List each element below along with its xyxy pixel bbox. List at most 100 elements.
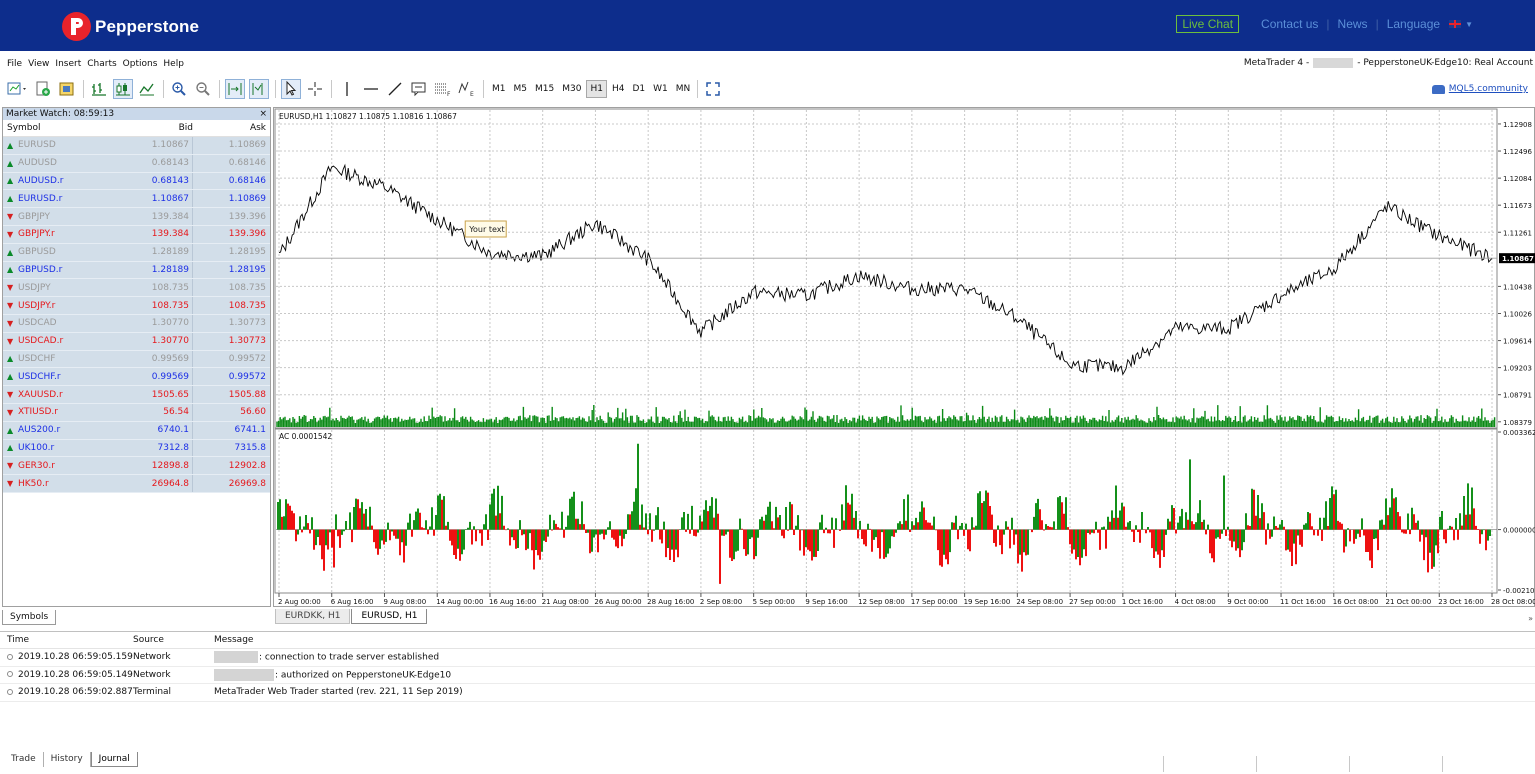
journal-header: Time Source Message	[0, 632, 1535, 649]
contact-us-link[interactable]: Contact us	[1261, 17, 1318, 31]
log-entry-icon	[7, 688, 13, 695]
market-watch-header: Symbol Bid Ask	[3, 120, 270, 137]
ask-price: 1.10869	[228, 193, 266, 204]
timeframe-mn[interactable]: MN	[673, 80, 694, 98]
new-order-icon[interactable]	[33, 79, 53, 99]
zoom-out-icon[interactable]	[193, 79, 213, 99]
market-watch-row[interactable]: ▼ GER30.r 12898.8 12902.8	[3, 457, 270, 476]
log-entry-icon	[7, 671, 13, 678]
market-watch-row[interactable]: ▲ UK100.r 7312.8 7315.8	[3, 439, 270, 458]
column-symbol[interactable]: Symbol	[3, 123, 137, 133]
timeframe-m30[interactable]: M30	[559, 80, 584, 98]
x-tick-label: 16 Oct 08:00	[1333, 598, 1379, 606]
pepperstone-logo[interactable]: Pepperstone	[62, 12, 199, 41]
fibonacci-icon[interactable]: F	[433, 79, 453, 99]
column-source[interactable]: Source	[133, 635, 214, 645]
price-chart[interactable]: 2 Aug 00:00 6 Aug 16:00 9 Aug 08:00 14 Aug …	[274, 108, 1535, 608]
live-chat-button[interactable]: Live Chat	[1176, 15, 1240, 33]
timeframe-m1[interactable]: M1	[489, 80, 509, 98]
symbol-name: USDCAD.r	[18, 336, 64, 347]
crosshair-icon[interactable]	[305, 79, 325, 99]
menu-file[interactable]: File	[7, 59, 22, 69]
market-watch-row[interactable]: ▲ AUDUSD.r 0.68143 0.68146	[3, 172, 270, 191]
tab-symbols[interactable]: Symbols	[2, 610, 57, 625]
column-bid[interactable]: Bid	[137, 123, 193, 133]
menu-help[interactable]: Help	[163, 59, 184, 69]
line-chart-icon[interactable]	[137, 79, 157, 99]
market-watch-row[interactable]: ▲ GBPUSD 1.28189 1.28195	[3, 243, 270, 262]
tab-history[interactable]: History	[44, 752, 91, 767]
price-tick-label: 1.11673	[1503, 202, 1532, 210]
terminal-panel: Time Source Message 2019.10.28 06:59:05.…	[0, 631, 1535, 752]
timeframe-h1[interactable]: H1	[586, 80, 607, 98]
market-watch-row[interactable]: ▼ GBPJPY 139.384 139.396	[3, 208, 270, 226]
news-link[interactable]: News	[1338, 17, 1368, 31]
templates-icon[interactable]	[57, 79, 77, 99]
market-watch-row[interactable]: ▲ EURUSD 1.10867 1.10869	[3, 137, 270, 155]
market-watch-row[interactable]: ▲ GBPUSD.r 1.28189 1.28195	[3, 261, 270, 280]
market-watch-row[interactable]: ▼ XTIUSD.r 56.54 56.60	[3, 403, 270, 422]
price-series-line	[278, 163, 1493, 376]
zoom-in-icon[interactable]	[169, 79, 189, 99]
x-tick-label: 28 Oct 08:00	[1491, 598, 1535, 606]
new-chart-icon[interactable]	[7, 79, 29, 99]
timeframe-h4[interactable]: H4	[609, 80, 628, 98]
toolbar: F E M1 M5 M15 M30 H1 H4 D1 W1 MN MQL5.co…	[0, 76, 1535, 102]
language-selector[interactable]: Language	[1387, 17, 1440, 31]
menu-view[interactable]: View	[28, 59, 49, 69]
auto-scroll-icon[interactable]	[225, 79, 245, 99]
symbol-cell: ▲ AUS200.r	[3, 425, 137, 435]
market-watch-row[interactable]: ▲ USDCHF.r 0.99569 0.99572	[3, 368, 270, 387]
market-watch-row[interactable]: ▼ USDCAD 1.30770 1.30773	[3, 314, 270, 333]
journal-row[interactable]: 2019.10.28 06:59:02.887 Terminal MetaTrade…	[0, 684, 1535, 702]
tab-chart-eurdkk[interactable]: EURDKK, H1	[275, 609, 351, 624]
trendline-icon[interactable]	[385, 79, 405, 99]
market-watch-row[interactable]: ▼ USDJPY.r 108.735 108.735	[3, 297, 270, 315]
mql5-community-link[interactable]: MQL5.community	[1431, 84, 1528, 94]
market-watch-row[interactable]: ▼ HK50.r 26964.8 26969.8	[3, 475, 270, 493]
tab-journal[interactable]: Journal	[90, 752, 138, 767]
horizontal-line-icon[interactable]	[361, 79, 381, 99]
cursor-icon[interactable]	[281, 79, 301, 99]
redacted-account-number	[1313, 58, 1354, 68]
fullscreen-icon[interactable]	[703, 79, 723, 99]
market-watch-row[interactable]: ▲ AUDUSD 0.68143 0.68146	[3, 154, 270, 173]
menu-charts[interactable]: Charts	[87, 59, 116, 69]
timeframe-d1[interactable]: D1	[629, 80, 648, 98]
journal-row[interactable]: 2019.10.28 06:59:05.149 Network: authoriz…	[0, 667, 1535, 684]
x-tick-label: 6 Aug 16:00	[331, 598, 374, 606]
column-time[interactable]: Time	[0, 635, 133, 645]
candlestick-chart-icon[interactable]	[113, 79, 133, 99]
text-label-icon[interactable]	[409, 79, 429, 99]
column-message[interactable]: Message	[214, 635, 1535, 645]
market-watch-row[interactable]: ▲ USDCHF 0.99569 0.99572	[3, 350, 270, 369]
tab-chart-eurusd[interactable]: EURUSD, H1	[351, 609, 428, 624]
market-watch-row[interactable]: ▼ USDCAD.r 1.30770 1.30773	[3, 332, 270, 351]
bid-price: 1.30770	[137, 314, 193, 332]
journal-row[interactable]: 2019.10.28 06:59:05.159 Network: connecti…	[0, 649, 1535, 667]
elliott-wave-icon[interactable]: E	[457, 79, 477, 99]
chart-shift-icon[interactable]	[249, 79, 269, 99]
market-watch-row[interactable]: ▼ XAUUSD.r 1505.65 1505.88	[3, 386, 270, 404]
tab-trade[interactable]: Trade	[4, 752, 44, 767]
bar-chart-icon[interactable]	[89, 79, 109, 99]
menu-insert[interactable]: Insert	[55, 59, 81, 69]
market-watch-row[interactable]: ▲ AUS200.r 6740.1 6741.1	[3, 421, 270, 440]
market-watch-row[interactable]: ▼ USDJPY 108.735 108.735	[3, 279, 270, 298]
chart-tabs-scroll-icon[interactable]: »	[1528, 614, 1533, 623]
market-watch-row[interactable]: ▲ EURUSD.r 1.10867 1.10869	[3, 190, 270, 209]
brand-name: Pepperstone	[95, 16, 200, 36]
uk-flag-icon[interactable]	[1449, 20, 1462, 28]
vertical-line-icon[interactable]	[337, 79, 357, 99]
timeframe-m5[interactable]: M5	[511, 80, 531, 98]
timeframe-m15[interactable]: M15	[532, 80, 557, 98]
symbol-name: USDJPY.r	[18, 300, 56, 311]
current-price-label: 1.10867	[1502, 255, 1534, 263]
chevron-down-icon[interactable]: ▼	[1465, 20, 1473, 29]
menu-options[interactable]: Options	[123, 59, 158, 69]
column-ask[interactable]: Ask	[193, 123, 269, 133]
market-watch-row[interactable]: ▼ GBPJPY.r 139.384 139.396	[3, 225, 270, 244]
timeframe-w1[interactable]: W1	[650, 80, 671, 98]
chart-window[interactable]: 2 Aug 00:00 6 Aug 16:00 9 Aug 08:00 14 Aug …	[273, 107, 1535, 607]
close-icon[interactable]: ×	[259, 108, 267, 120]
